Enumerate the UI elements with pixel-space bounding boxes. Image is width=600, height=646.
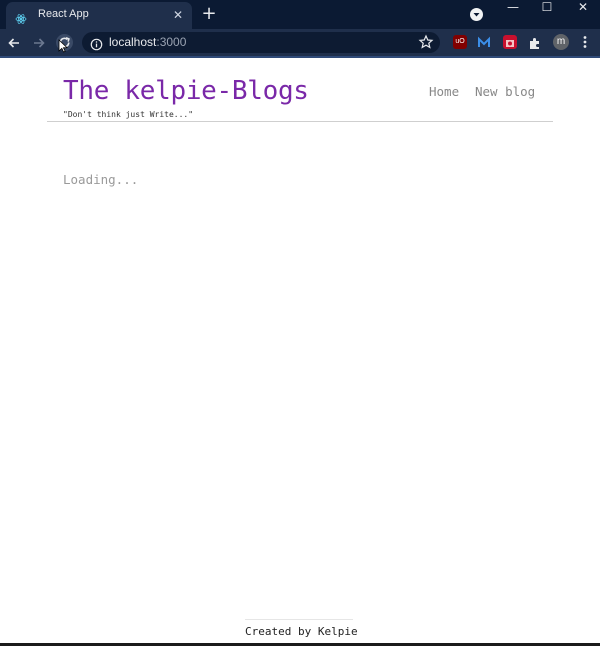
page-footer: Created by Kelpie	[245, 619, 358, 638]
minimize-window-icon[interactable]: —	[497, 0, 529, 14]
nav-home-link[interactable]: Home	[429, 84, 459, 99]
bookmark-star-icon[interactable]	[418, 34, 434, 50]
tab-title: React App	[38, 8, 89, 20]
mouse-cursor-icon	[58, 38, 68, 53]
browser-titlebar: React App ✕ + — ☐ ✕	[0, 0, 600, 29]
address-host: localhost	[109, 35, 157, 49]
react-atom-icon	[15, 10, 27, 24]
address-bar[interactable]: localhost:3000	[82, 32, 440, 53]
address-port: :3000	[156, 35, 187, 49]
forward-arrow-icon[interactable]	[31, 35, 47, 51]
extension-m-icon[interactable]	[477, 35, 491, 49]
loading-status: Loading...	[63, 172, 139, 187]
site-title: The kelpie-Blogs	[63, 76, 309, 106]
back-arrow-icon[interactable]	[6, 35, 22, 51]
profile-avatar[interactable]: m	[553, 34, 569, 50]
browser-menu-icon[interactable]	[578, 34, 592, 50]
new-tab-icon[interactable]: +	[201, 5, 217, 23]
address-text[interactable]: localhost:3000	[109, 35, 186, 49]
site-info-icon[interactable]	[90, 36, 103, 51]
ublock-extension-icon[interactable]: uO	[453, 35, 467, 49]
extension-red-icon[interactable]	[503, 35, 517, 49]
extensions-puzzle-icon[interactable]	[528, 35, 542, 49]
browser-tab[interactable]: React App ✕	[6, 2, 192, 29]
header-divider	[47, 121, 553, 122]
close-window-icon[interactable]: ✕	[567, 0, 599, 14]
nav-new-blog-link[interactable]: New blog	[475, 84, 535, 99]
page-viewport: The kelpie-Blogs "Don't think just Write…	[0, 58, 600, 643]
browser-toolbar: localhost:3000 uO m	[0, 29, 600, 56]
maximize-window-icon[interactable]: ☐	[531, 0, 563, 14]
site-tagline: "Don't think just Write..."	[63, 110, 194, 119]
tab-search-icon[interactable]	[470, 8, 483, 21]
close-tab-icon[interactable]: ✕	[170, 7, 186, 23]
